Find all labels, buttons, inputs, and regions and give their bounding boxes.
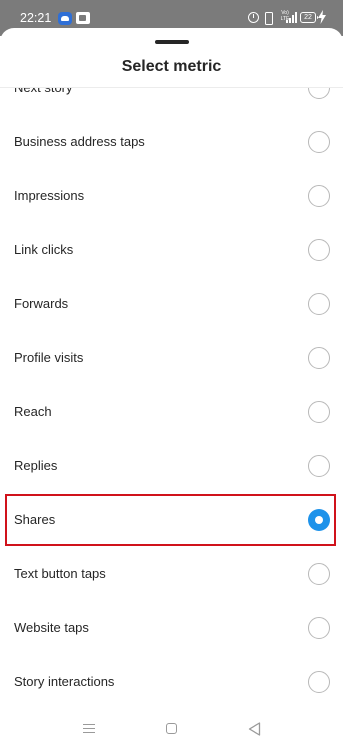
metric-label: Reach	[14, 404, 52, 419]
radio-button[interactable]	[308, 401, 330, 423]
signal-icon	[286, 12, 298, 23]
metric-label: Shares	[14, 512, 56, 527]
metric-label: Link clicks	[14, 242, 74, 257]
radio-button[interactable]	[308, 293, 330, 315]
home-icon[interactable]	[166, 723, 177, 734]
screen: 22:21 Vo) LTE 22 Select metric Next stor…	[0, 0, 343, 745]
metric-label: Next story	[14, 88, 73, 115]
metric-list[interactable]: Next story Business address taps Impress…	[0, 88, 343, 714]
select-metric-sheet: Select metric Next story Business addres…	[0, 28, 343, 714]
battery-icon: 22	[300, 12, 318, 23]
status-time: 22:21	[20, 11, 52, 25]
metric-option-business-address-taps[interactable]: Business address taps	[0, 115, 343, 169]
radio-button[interactable]	[308, 185, 330, 207]
navigation-bar	[0, 714, 343, 745]
metric-option-replies[interactable]: Replies	[0, 439, 343, 493]
radio-button-selected[interactable]	[308, 509, 330, 531]
metric-option-profile-visits[interactable]: Profile visits	[0, 331, 343, 385]
back-icon[interactable]	[248, 722, 261, 736]
metric-label: Forwards	[14, 296, 69, 311]
metric-label: Impressions	[14, 188, 85, 203]
menu-icon[interactable]	[83, 724, 95, 734]
metric-label: Business address taps	[14, 134, 145, 149]
metric-label: Profile visits	[14, 350, 84, 365]
metric-option-impressions[interactable]: Impressions	[0, 169, 343, 223]
metric-option-forwards[interactable]: Forwards	[0, 277, 343, 331]
radio-button[interactable]	[308, 671, 330, 693]
metric-option-website-taps[interactable]: Website taps	[0, 601, 343, 655]
radio-button[interactable]	[308, 455, 330, 477]
radio-button[interactable]	[308, 239, 330, 261]
metric-option-shares[interactable]: Shares	[0, 493, 343, 547]
radio-button[interactable]	[308, 563, 330, 585]
metric-label: Website taps	[14, 620, 89, 635]
drag-handle[interactable]	[155, 40, 189, 44]
charging-icon	[318, 10, 326, 24]
teams-icon	[76, 12, 90, 24]
radio-button[interactable]	[308, 88, 330, 99]
cloud-app-icon	[58, 12, 72, 25]
sheet-title: Select metric	[121, 58, 222, 75]
metric-option-text-button-taps[interactable]: Text button taps	[0, 547, 343, 601]
metric-option-next-story[interactable]: Next story	[0, 88, 343, 115]
radio-button[interactable]	[308, 131, 330, 153]
alarm-icon	[248, 12, 259, 23]
radio-button[interactable]	[308, 617, 330, 639]
metric-option-story-interactions[interactable]: Story interactions	[0, 655, 343, 709]
metric-option-reach[interactable]: Reach	[0, 385, 343, 439]
vibrate-icon	[265, 12, 273, 25]
metric-label: Replies	[14, 458, 58, 473]
metric-label: Story interactions	[14, 674, 115, 689]
metric-option-link-clicks[interactable]: Link clicks	[0, 223, 343, 277]
radio-button[interactable]	[308, 347, 330, 369]
metric-label: Text button taps	[14, 566, 106, 581]
